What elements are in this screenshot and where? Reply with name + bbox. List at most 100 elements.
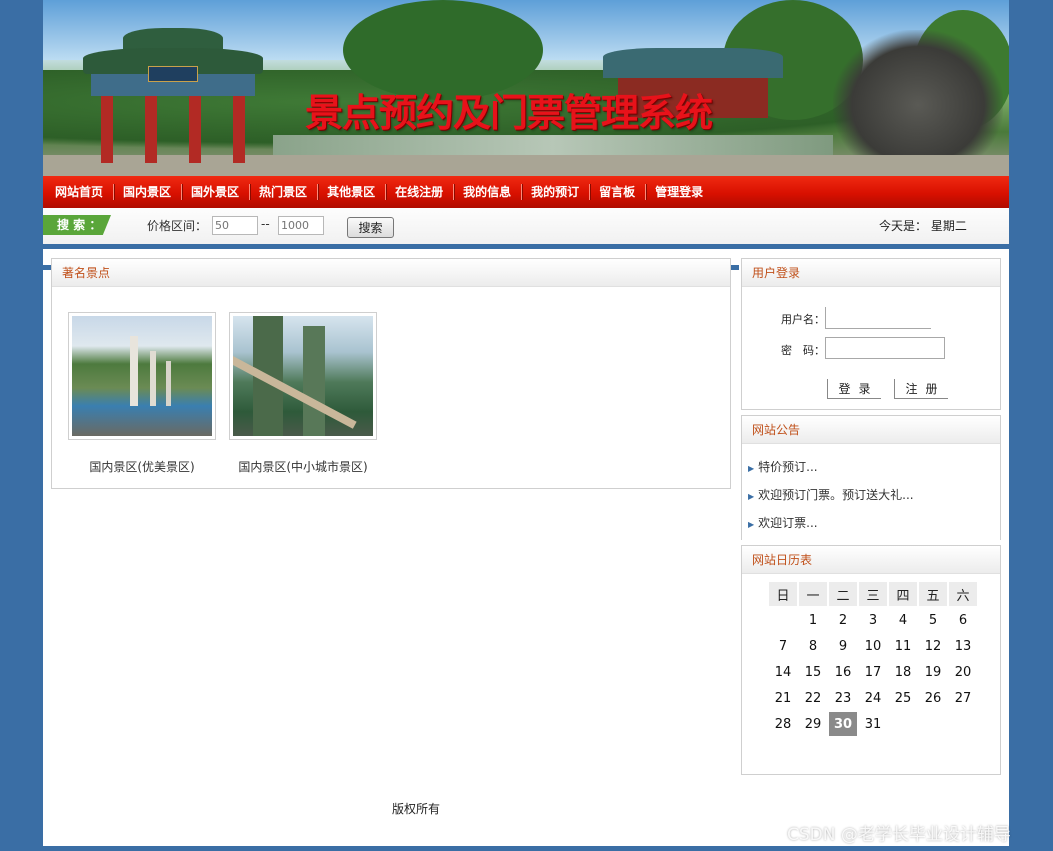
footer-copyright: 版权所有 — [391, 802, 440, 816]
notice-item-text[interactable]: 欢迎预订门票。预订送大礼... — [758, 488, 913, 502]
calendar-day[interactable]: 28 — [769, 712, 797, 736]
weekday-header: 一 — [799, 582, 827, 606]
username-input[interactable] — [825, 307, 931, 329]
calendar-day[interactable]: 10 — [859, 634, 887, 658]
nav-hot[interactable]: 热门景区 — [249, 176, 317, 208]
page: 景点预约及门票管理系统 网站首页 国内景区 国外景区 热门景区 其他景区 在线注… — [43, 0, 1009, 846]
spot-image[interactable] — [72, 316, 212, 436]
spot-image-frame[interactable] — [68, 312, 216, 440]
calendar-day[interactable]: 12 — [919, 634, 947, 658]
calendar-day[interactable]: 9 — [829, 634, 857, 658]
calendar-day[interactable]: 16 — [829, 660, 857, 684]
calendar-day[interactable]: 23 — [829, 686, 857, 710]
weekday-header: 五 — [919, 582, 947, 606]
weekday-header: 三 — [859, 582, 887, 606]
weekday-header: 二 — [829, 582, 857, 606]
calendar-week-row: 28 29 30 31 — [769, 712, 977, 736]
nav-other[interactable]: 其他景区 — [317, 176, 385, 208]
calendar-day[interactable]: 17 — [859, 660, 887, 684]
min-price-input[interactable] — [212, 216, 258, 235]
calendar-day[interactable]: 21 — [769, 686, 797, 710]
calendar-day[interactable]: 5 — [919, 608, 947, 632]
spot-card[interactable]: 国内景区(中小城市景区) — [229, 312, 377, 475]
username-label: 用户名： — [781, 313, 825, 326]
weekday-header: 日 — [769, 582, 797, 606]
spot-image-monument — [166, 361, 171, 406]
search-button[interactable]: 搜索 — [347, 217, 394, 238]
gate-plaque — [148, 66, 198, 82]
spot-image-cliff — [303, 326, 325, 436]
calendar-day[interactable]: 3 — [859, 608, 887, 632]
login-button[interactable]: 登录 — [827, 379, 881, 399]
calendar-day[interactable]: 24 — [859, 686, 887, 710]
calendar-day[interactable]: 8 — [799, 634, 827, 658]
notice-item-text[interactable]: 欢迎订票... — [758, 516, 817, 530]
search-tag: 搜 索 ： — [43, 215, 111, 235]
calendar-day[interactable]: 11 — [889, 634, 917, 658]
notice-panel-title: 网站公告 — [742, 416, 1000, 444]
nav-home[interactable]: 网站首页 — [45, 176, 113, 208]
calendar-day[interactable]: 6 — [949, 608, 977, 632]
spot-caption[interactable]: 国内景区(优美景区) — [68, 458, 216, 475]
spot-image[interactable] — [233, 316, 373, 436]
spot-image-monument — [130, 336, 138, 406]
notice-item[interactable]: ▶ 欢迎预订门票。预订送大礼... — [748, 486, 914, 503]
spot-image-walkway — [233, 356, 357, 429]
calendar-day[interactable]: 20 — [949, 660, 977, 684]
spot-caption[interactable]: 国内景区(中小城市景区) — [229, 458, 377, 475]
calendar-empty-cell — [889, 712, 917, 736]
calendar-day[interactable]: 31 — [859, 712, 887, 736]
spots-panel-title: 著名景点 — [52, 259, 730, 287]
calendar-day[interactable]: 22 — [799, 686, 827, 710]
price-separator: -- — [261, 217, 270, 231]
calendar-day[interactable]: 27 — [949, 686, 977, 710]
spot-image-frame[interactable] — [229, 312, 377, 440]
notice-item-text[interactable]: 特价预订... — [758, 460, 817, 474]
gate-pillar — [145, 96, 157, 163]
password-input[interactable] — [825, 337, 945, 359]
main-nav: 网站首页 国内景区 国外景区 热门景区 其他景区 在线注册 我的信息 我的预订 … — [43, 176, 1009, 208]
spot-image-monument — [150, 351, 156, 406]
calendar-day[interactable]: 19 — [919, 660, 947, 684]
calendar-day[interactable]: 15 — [799, 660, 827, 684]
calendar-day[interactable]: 25 — [889, 686, 917, 710]
spots-panel-tab — [43, 265, 51, 270]
nav-foreign[interactable]: 国外景区 — [181, 176, 249, 208]
calendar-day[interactable]: 18 — [889, 660, 917, 684]
nav-my-booking[interactable]: 我的预订 — [521, 176, 589, 208]
banner-statues — [833, 30, 1003, 155]
spot-card[interactable]: 国内景区(优美景区) — [68, 312, 216, 475]
calendar-day[interactable]: 14 — [769, 660, 797, 684]
notice-item[interactable]: ▶ 欢迎订票... — [748, 514, 818, 531]
nav-my-info[interactable]: 我的信息 — [453, 176, 521, 208]
register-button[interactable]: 注册 — [894, 379, 948, 399]
gate-pillar — [233, 96, 245, 163]
password-label: 密 码： — [781, 344, 825, 357]
calendar-day[interactable]: 30 — [829, 712, 857, 736]
gate-pillar — [101, 96, 113, 163]
calendar-day[interactable]: 1 — [799, 608, 827, 632]
nav-admin-login[interactable]: 管理登录 — [645, 176, 713, 208]
calendar-day[interactable]: 29 — [799, 712, 827, 736]
bullet-icon: ▶ — [748, 464, 755, 473]
calendar-day[interactable]: 2 — [829, 608, 857, 632]
weekday-header: 六 — [949, 582, 977, 606]
price-range-label: 价格区间： — [147, 219, 208, 233]
calendar-body: 1 2 3 4 5 6 7 8 9 10 11 12 13 14 15 16 17 18 19 20 21 22 23 24 2… — [769, 608, 977, 736]
max-price-input[interactable] — [278, 216, 324, 235]
calendar-day[interactable]: 4 — [889, 608, 917, 632]
calendar-weekday-row: 日 一 二 三 四 五 六 — [769, 582, 977, 606]
calendar-day[interactable]: 13 — [949, 634, 977, 658]
nav-domestic[interactable]: 国内景区 — [113, 176, 181, 208]
calendar-panel-title: 网站日历表 — [742, 546, 1000, 574]
notice-item[interactable]: ▶ 特价预订... — [748, 458, 818, 475]
banner-gate — [73, 28, 273, 163]
nav-message-board[interactable]: 留言板 — [589, 176, 645, 208]
calendar-table: 日 一 二 三 四 五 六 1 2 3 4 5 6 7 8 9 10 11 12 13 14 15 16 17 1… — [767, 580, 979, 738]
site-title: 景点预约及门票管理系统 — [305, 90, 713, 135]
weekday-header: 四 — [889, 582, 917, 606]
calendar-day[interactable]: 7 — [769, 634, 797, 658]
nav-register[interactable]: 在线注册 — [385, 176, 453, 208]
notice-panel: 网站公告 ▶ 特价预订... ▶ 欢迎预订门票。预订送大礼... ▶ 欢迎订票... — [741, 415, 1001, 540]
calendar-day[interactable]: 26 — [919, 686, 947, 710]
